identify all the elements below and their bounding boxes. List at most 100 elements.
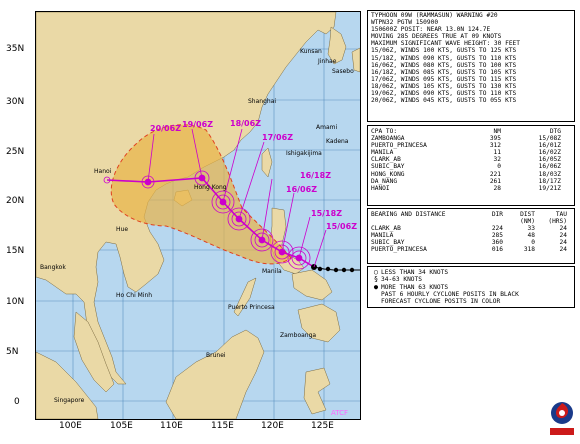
place-amami: Amami [316, 124, 338, 131]
bearing-tau: 24 [559, 239, 567, 247]
cpa-header-nm: NM [493, 128, 501, 135]
warning-line: 15/18Z, WINDS 090 KTS, GUSTS TO 110 KTS [371, 54, 517, 62]
place-ho-chi-minh: Ho Chi Minh [116, 292, 153, 299]
cpa-dtg: 16/02Z [538, 149, 561, 157]
lon-label-125e: 125E [311, 421, 334, 431]
lat-label-15n: 15N [6, 246, 25, 256]
table-row: HONG_KONG 221 18/03Z [371, 171, 571, 178]
lat-label-30n: 30N [6, 97, 25, 107]
cpa-dtg: 16/06Z [538, 163, 561, 171]
lon-label-110e: 110E [160, 421, 183, 431]
legend-text: FORECAST CYCLONE POSITS IN COLOR [381, 298, 501, 306]
bearing-header-tau: TAU [555, 211, 567, 218]
bearing-tau: 24 [559, 232, 567, 240]
place-hue: Hue [116, 226, 129, 233]
legend-text: 34-63 KNOTS [381, 276, 422, 284]
cpa-dtg: 16/01Z [538, 142, 561, 150]
cpa-header-row: CPA TO: NM DTG [371, 128, 571, 135]
warning-line: 18/06Z, WINDS 105 KTS, GUSTS TO 130 KTS [371, 82, 517, 90]
bearing-dir: 360 [491, 239, 503, 247]
warning-line: 16/06Z, WINDS 080 KTS, GUSTS TO 100 KTS [371, 61, 517, 69]
table-row: MANILA 11 16/02Z [371, 149, 571, 156]
bearing-dist: 48 [527, 232, 535, 240]
cpa-name: CLARK_AB [371, 156, 401, 164]
place-kunsan: Kunsan [300, 48, 322, 55]
table-row: ZAMBOANGA 395 15/08Z [371, 135, 571, 142]
table-row: DA_NANG 261 18/17Z [371, 178, 571, 185]
legend-text: PAST 6 HOURLY CYCLONE POSITS IN BLACK [381, 290, 519, 298]
legend-text: LESS THAN 34 KNOTS [381, 269, 449, 276]
place-manila: Manila [262, 268, 282, 275]
table-row: CLARK_AB 32 16/05Z [371, 156, 571, 163]
taiwan-island [261, 147, 273, 178]
lon-label-120e: 120E [261, 421, 284, 431]
cpa-table: CPA TO: NM DTG ZAMBOANGA 395 15/08Z PUERTO… [367, 125, 575, 206]
bearing-subheader-tau: (HRS) [548, 218, 567, 226]
place-bangkok: Bangkok [40, 264, 66, 271]
bearing-tau: 24 [559, 246, 567, 254]
forecast-label-16-18z: 16/18Z [300, 171, 331, 180]
borneo-island [165, 329, 265, 419]
warning-line: MAXIMUM SIGNIFICANT WAVE HEIGHT: 30 FEET [371, 40, 521, 48]
visayas-islands [291, 269, 333, 301]
table-row: CLARK_AB 224 33 24 [371, 225, 571, 232]
cpa-dtg: 19/21Z [538, 184, 561, 192]
bearing-dist: 0 [531, 239, 535, 247]
bearing-header-dist: DIST [520, 211, 535, 218]
table-row: PUERTO_PRINCESA 312 16/01Z [371, 142, 571, 149]
bearing-header-row: BEARING AND DISTANCE DIR DIST TAU [371, 211, 571, 218]
forecast-label-19-06z: 19/06Z [182, 120, 213, 129]
cpa-nm: 0 [497, 163, 501, 171]
place-shanghai: Shanghai [248, 98, 277, 105]
warning-line: WTPN32 PGTW 150900 [371, 19, 439, 27]
lat-label-10n: 10N [6, 297, 25, 307]
bearing-dist: 318 [523, 246, 535, 254]
legend-item: ● MORE THAN 63 KNOTS [371, 282, 571, 291]
warning-line: 150600Z POSIT: NEAR 13.0N 124.7E [371, 26, 491, 34]
cpa-dtg: 15/08Z [538, 135, 561, 143]
sulawesi-island [303, 367, 331, 415]
jtwc-logo-icon [550, 402, 574, 435]
place-ishigakijima: Ishigakijima [286, 150, 322, 157]
warning-line: 17/06Z, WINDS 095 KTS, GUSTS TO 115 KTS [371, 75, 517, 83]
bearing-name: SUBIC_BAY [371, 239, 405, 247]
forecast-label-15-18z: 15/18Z [311, 209, 342, 218]
place-singapore: Singapore [54, 397, 85, 404]
map-panel[interactable]: Kunsan Jinhae Sasebo Shanghai Amami Kade… [35, 11, 361, 420]
legend-item: PAST 6 HOURLY CYCLONE POSITS IN BLACK [371, 291, 571, 298]
legend-item: FORECAST CYCLONE POSITS IN COLOR [371, 298, 571, 305]
cpa-nm: 395 [489, 135, 501, 143]
warning-line: 20/06Z, WINDS 045 KTS, GUSTS TO 055 KTS [371, 97, 517, 105]
bearing-subheader-dist: (NM) [520, 218, 535, 226]
table-row: MANILA 285 48 24 [371, 232, 571, 239]
place-hong-kong: Hong Kong [194, 184, 227, 191]
lon-label-100e: 100E [59, 421, 82, 431]
cpa-dtg: 18/17Z [538, 177, 561, 185]
lat-label-5n: 5N [6, 347, 19, 357]
atcf-label: ATCF [331, 409, 349, 417]
lat-label-20n: 20N [6, 196, 25, 206]
bearing-dist: 33 [527, 225, 535, 233]
cpa-name: MANILA [371, 149, 394, 157]
place-zamboanga: Zamboanga [280, 332, 317, 339]
lon-label-105e: 105E [110, 421, 133, 431]
cpa-nm: 28 [493, 184, 501, 192]
cpa-name: PUERTO_PRINCESA [371, 142, 427, 150]
bearing-header-name: BEARING AND DISTANCE [371, 211, 446, 218]
bearing-name: CLARK_AB [371, 225, 401, 233]
bearing-tau: 24 [559, 225, 567, 233]
bearing-header-dir: DIR [491, 211, 503, 218]
cpa-header-name: CPA TO: [371, 128, 398, 135]
bearing-dir: 016 [491, 246, 503, 254]
legend-text: MORE THAN 63 KNOTS [381, 283, 449, 291]
warning-line: TYPHOON 09W (RAMMASUN) WARNING #20 [371, 12, 498, 19]
cpa-name: ZAMBOANGA [371, 135, 405, 143]
forecast-label-16-06z: 16/06Z [286, 185, 317, 194]
place-brunei: Brunei [206, 352, 226, 359]
cpa-name: HONG_KONG [371, 170, 405, 178]
lat-label-0: 0 [14, 397, 20, 407]
legend-item: ○ LESS THAN 34 KNOTS [371, 268, 571, 276]
filled-circle-icon: ● [373, 282, 379, 291]
cpa-nm: 32 [493, 156, 501, 164]
bearing-distance-table: BEARING AND DISTANCE DIR DIST TAU (NM) (… [367, 208, 575, 264]
